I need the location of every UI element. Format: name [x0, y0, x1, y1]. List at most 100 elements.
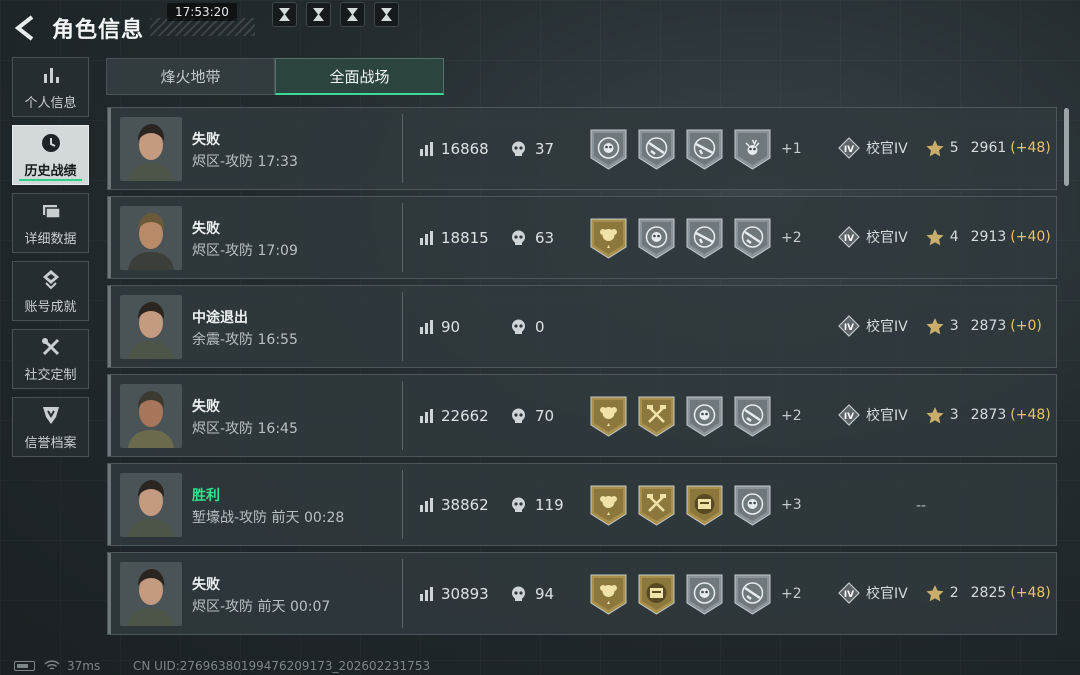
rank-stars: 4 [926, 228, 959, 246]
sidebar: 个人信息 历史战绩 详细数据 账号成就 社交定制 信誉档案 [12, 57, 90, 465]
rank-stars: 5 [926, 139, 959, 157]
hourglass-icon[interactable] [374, 2, 399, 27]
medal-gun-silver-icon[interactable] [638, 128, 675, 174]
medal-skull-silver-icon[interactable] [686, 395, 723, 441]
tab-hazard-zone[interactable]: 烽火地带 [106, 58, 275, 95]
hourglass-icon[interactable] [272, 2, 297, 27]
sidebar-item-detailed-data[interactable]: 详细数据 [12, 193, 89, 253]
kills-value: 70 [535, 407, 555, 425]
medal-skull-spikes-silver-icon[interactable] [734, 128, 771, 174]
match-kills: 63 [511, 229, 554, 247]
match-result: 失败 [192, 577, 220, 593]
page-title: 角色信息 [52, 18, 145, 43]
extra-medals-count[interactable]: +1 [781, 141, 802, 157]
extra-medals-count[interactable]: +2 [781, 230, 802, 246]
svg-text:IV: IV [844, 590, 854, 600]
medal-gun-silver-icon[interactable] [734, 217, 771, 263]
medal-rose-gold-icon[interactable] [590, 395, 627, 441]
medal-crate-gold-icon[interactable] [686, 484, 723, 530]
medal-skull-silver-icon[interactable] [686, 573, 723, 619]
rank-points: 2825 [970, 585, 1007, 601]
row-divider [402, 203, 403, 272]
medal-list [590, 484, 771, 530]
rank-points: 2873 [970, 318, 1007, 334]
status-footer: 37ms CN UID:276963801994762091​73_202602… [0, 655, 1080, 675]
medal-skull-silver-icon[interactable] [734, 484, 771, 530]
score-value: 18815 [441, 229, 489, 247]
sidebar-item-personal-info[interactable]: 个人信息 [12, 57, 89, 117]
back-button[interactable] [10, 12, 42, 44]
extra-medals-count[interactable]: +2 [781, 408, 802, 424]
medal-crate-gold-icon[interactable] [638, 573, 675, 619]
match-mode-time: 烬区-攻防 17:09 [192, 243, 298, 259]
match-row[interactable]: 失败 烬区-攻防 16:45 22662 70 +2 IV 校官IV 3 2873 (+48) [107, 374, 1057, 457]
stars-count: 4 [949, 229, 959, 245]
match-row[interactable]: 失败 烬区-攻防 17:33 16868 37 +1 IV 校官IV 5 2961 (+48) [107, 107, 1057, 190]
medal-rose-gold-icon[interactable] [590, 217, 627, 263]
rank-label: 校官IV [866, 141, 908, 157]
bar-chart-icon [420, 498, 433, 512]
match-row[interactable]: 失败 烬区-攻防 17:09 18815 63 +2 IV 校官IV 4 2913 (+40) [107, 196, 1057, 279]
match-mode-time: 烬区-攻防 前天 00:07 [192, 599, 331, 615]
svg-text:IV: IV [844, 145, 854, 155]
medal-list [590, 573, 771, 619]
rank-iv-icon: IV [838, 226, 860, 248]
svg-text:IV: IV [844, 234, 854, 244]
sidebar-item-history[interactable]: 历史战绩 [12, 125, 89, 185]
hourglass-icon[interactable] [306, 2, 331, 27]
rank-iv-icon: IV [838, 315, 860, 337]
medal-rifle-silver-icon[interactable] [686, 217, 723, 263]
rank-label: 校官IV [866, 586, 908, 602]
sidebar-item-label: 历史战绩 [24, 163, 77, 179]
player-avatar [120, 384, 182, 448]
match-row[interactable]: 失败 烬区-攻防 前天 00:07 30893 94 +2 IV 校官IV 2 2825 (+48… [107, 552, 1057, 635]
rank-info: IV 校官IV 3 2873 (+0) [838, 315, 1042, 337]
bar-chart-icon [420, 409, 433, 423]
match-row[interactable]: 中途退出 余震-攻防 16:55 90 0 IV 校官IV 3 2873 (+0) [107, 285, 1057, 368]
match-score: 16868 [419, 140, 489, 158]
extra-medals-count[interactable]: +3 [781, 497, 802, 513]
match-kills: 94 [511, 585, 554, 603]
rank-info: IV 校官IV 3 2873 (+48) [838, 404, 1051, 426]
rank-stars: 3 [926, 317, 959, 335]
uid-text: CN UID:276963801994762091​73_20260223175… [133, 659, 431, 673]
tab-full-battlefield[interactable]: 全面战场 [275, 58, 444, 95]
scrollbar[interactable] [1064, 108, 1069, 186]
medal-hammer-gold-icon[interactable] [638, 395, 675, 441]
sidebar-item-reputation[interactable]: 信誉档案 [12, 397, 89, 457]
medal-list [590, 395, 771, 441]
medal-skull-silver-icon[interactable] [638, 217, 675, 263]
medal-rifle-silver-icon[interactable] [686, 128, 723, 174]
extra-medals-count[interactable]: +2 [781, 586, 802, 602]
match-row[interactable]: 胜利 堑壕战-攻防 前天 00:28 38862 119 +3 -- [107, 463, 1057, 546]
bar-chart-icon [420, 320, 433, 334]
medal-hammer-gold-icon[interactable] [638, 484, 675, 530]
star-icon [926, 584, 944, 601]
sidebar-item-achievements[interactable]: 账号成就 [12, 261, 89, 321]
medal-rose-gold-icon[interactable] [590, 484, 627, 530]
score-value: 30893 [441, 585, 489, 603]
match-kills: 0 [511, 318, 545, 336]
kills-value: 94 [535, 585, 555, 603]
rank-iv-icon: IV [838, 404, 860, 426]
rank-info: IV 校官IV 2 2825 (+48) [838, 582, 1051, 604]
skull-icon [512, 497, 525, 512]
medal-skull-silver-icon[interactable] [590, 128, 627, 174]
medal-rose-gold-icon[interactable] [590, 573, 627, 619]
hourglass-icon[interactable] [340, 2, 365, 27]
sidebar-item-social[interactable]: 社交定制 [12, 329, 89, 389]
medal-gun-silver-icon[interactable] [734, 573, 771, 619]
match-score: 90 [419, 318, 460, 336]
kills-value: 37 [535, 140, 555, 158]
rank-points-delta: (+48) [1010, 140, 1051, 156]
stars-count: 2 [949, 585, 959, 601]
match-result: 失败 [192, 399, 220, 415]
mode-tabs: 烽火地带 全面战场 [106, 58, 444, 95]
match-kills: 37 [511, 140, 554, 158]
star-icon [926, 228, 944, 245]
battery-icon [14, 661, 35, 671]
match-result: 胜利 [192, 488, 220, 504]
rank-label: 校官IV [866, 319, 908, 335]
stars-count: 3 [949, 318, 959, 334]
medal-gun-silver-icon[interactable] [734, 395, 771, 441]
